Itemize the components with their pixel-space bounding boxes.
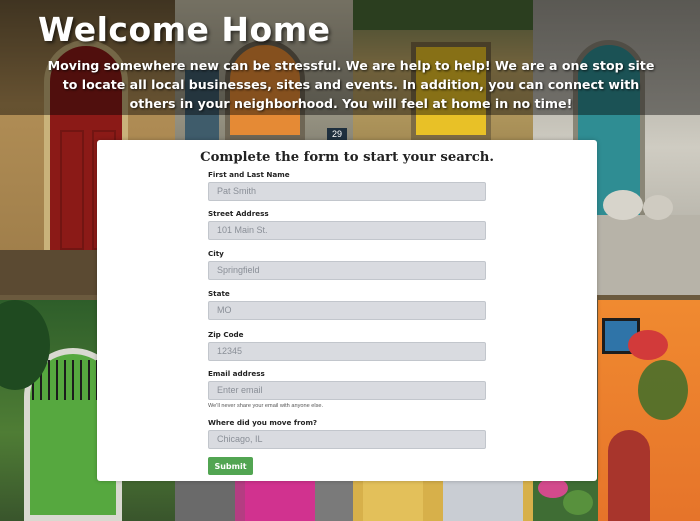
email-input[interactable]: Enter email — [208, 381, 486, 400]
submit-button[interactable]: Submit — [208, 457, 253, 475]
orange-wall-flowers-photo — [598, 300, 700, 521]
name-input[interactable]: Pat Smith — [208, 182, 486, 201]
origin-field-group: Where did you move from? Chicago, IL — [208, 417, 486, 449]
search-form-card: Complete the form to start your search. … — [97, 140, 597, 481]
street-input[interactable]: 101 Main St. — [208, 221, 486, 240]
intro-text: Moving somewhere new can be stressful. W… — [47, 58, 655, 111]
city-label: City — [208, 249, 224, 258]
origin-input[interactable]: Chicago, IL — [208, 430, 486, 449]
header-banner: Welcome Home Moving somewhere new can be… — [0, 0, 700, 115]
form-heading: Complete the form to start your search. — [200, 150, 494, 165]
zip-field-group: Zip Code 12345 — [208, 329, 486, 361]
zip-input[interactable]: 12345 — [208, 342, 486, 361]
name-label: First and Last Name — [208, 170, 290, 179]
state-label: State — [208, 289, 230, 298]
gold-door-photo — [353, 481, 533, 521]
city-field-group: City Springfield — [208, 248, 486, 280]
name-field-group: First and Last Name Pat Smith — [208, 169, 486, 201]
page-title: Welcome Home — [38, 10, 331, 49]
origin-label: Where did you move from? — [208, 418, 318, 427]
state-input[interactable]: MO — [208, 301, 486, 320]
city-input[interactable]: Springfield — [208, 261, 486, 280]
email-field-group: Email address Enter email We'll never sh… — [208, 368, 486, 409]
pink-door-photo — [175, 481, 353, 521]
street-field-group: Street Address 101 Main St. — [208, 208, 486, 240]
state-field-group: State MO — [208, 288, 486, 320]
zip-label: Zip Code — [208, 330, 244, 339]
street-label: Street Address — [208, 209, 269, 218]
email-label: Email address — [208, 369, 265, 378]
email-help-text: We'll never share your email with anyone… — [208, 403, 324, 409]
house-number-plate: 29 — [327, 128, 347, 140]
